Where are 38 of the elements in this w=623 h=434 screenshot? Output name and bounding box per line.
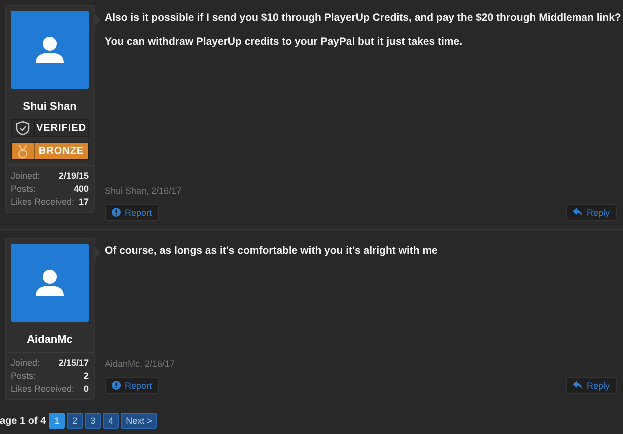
stat-label: Posts: bbox=[11, 183, 36, 196]
reply-button[interactable]: Reply bbox=[566, 377, 617, 394]
reply-icon bbox=[572, 208, 583, 217]
alert-icon bbox=[112, 381, 121, 390]
reply-icon bbox=[572, 381, 583, 390]
username[interactable]: AidanMc bbox=[6, 334, 94, 346]
stat-label: Posts: bbox=[11, 370, 36, 383]
stat-value: 2 bbox=[84, 370, 89, 383]
message-text: You can withdraw PlayerUp credits to your PayPal but it just takes time. bbox=[105, 36, 464, 48]
stat-value: 2/19/15 bbox=[58, 170, 89, 183]
page-link[interactable]: 2 bbox=[67, 413, 84, 429]
stat-value: 2/15/17 bbox=[58, 357, 89, 370]
report-button[interactable]: Report bbox=[105, 204, 160, 221]
message-text: Of course, as longs as it's comfortable with you it's alright with me bbox=[105, 245, 439, 257]
stat-value: 400 bbox=[74, 183, 89, 196]
page-link[interactable]: 1 bbox=[49, 413, 66, 429]
next-page-link[interactable]: Next > bbox=[121, 413, 158, 429]
stat-label: Joined: bbox=[11, 170, 40, 183]
username[interactable]: Shui Shan bbox=[6, 101, 94, 113]
page-link[interactable]: 3 bbox=[85, 413, 102, 429]
badge: BRONZE bbox=[11, 142, 89, 160]
stat-value: 0 bbox=[84, 383, 89, 396]
shield-icon bbox=[16, 120, 30, 136]
stat-value: 17 bbox=[78, 196, 89, 209]
badge: VERIFIED bbox=[11, 119, 89, 137]
reply-button[interactable]: Reply bbox=[566, 204, 617, 221]
avatar-icon[interactable] bbox=[11, 244, 89, 322]
stat-label: Likes Received: bbox=[11, 383, 75, 396]
page-count: age 1 of 4 bbox=[0, 416, 46, 426]
stat-label: Likes Received: bbox=[11, 196, 75, 209]
alert-icon bbox=[112, 208, 121, 217]
report-button[interactable]: Report bbox=[105, 377, 160, 394]
medal-icon bbox=[16, 144, 30, 158]
stat-label: Joined: bbox=[11, 357, 40, 370]
post-meta[interactable]: AidanMc, 2/16/17 bbox=[105, 359, 617, 369]
avatar-icon[interactable] bbox=[11, 11, 89, 89]
page-link[interactable]: 4 bbox=[103, 413, 120, 429]
post-meta[interactable]: Shui Shan, 2/16/17 bbox=[105, 186, 617, 196]
